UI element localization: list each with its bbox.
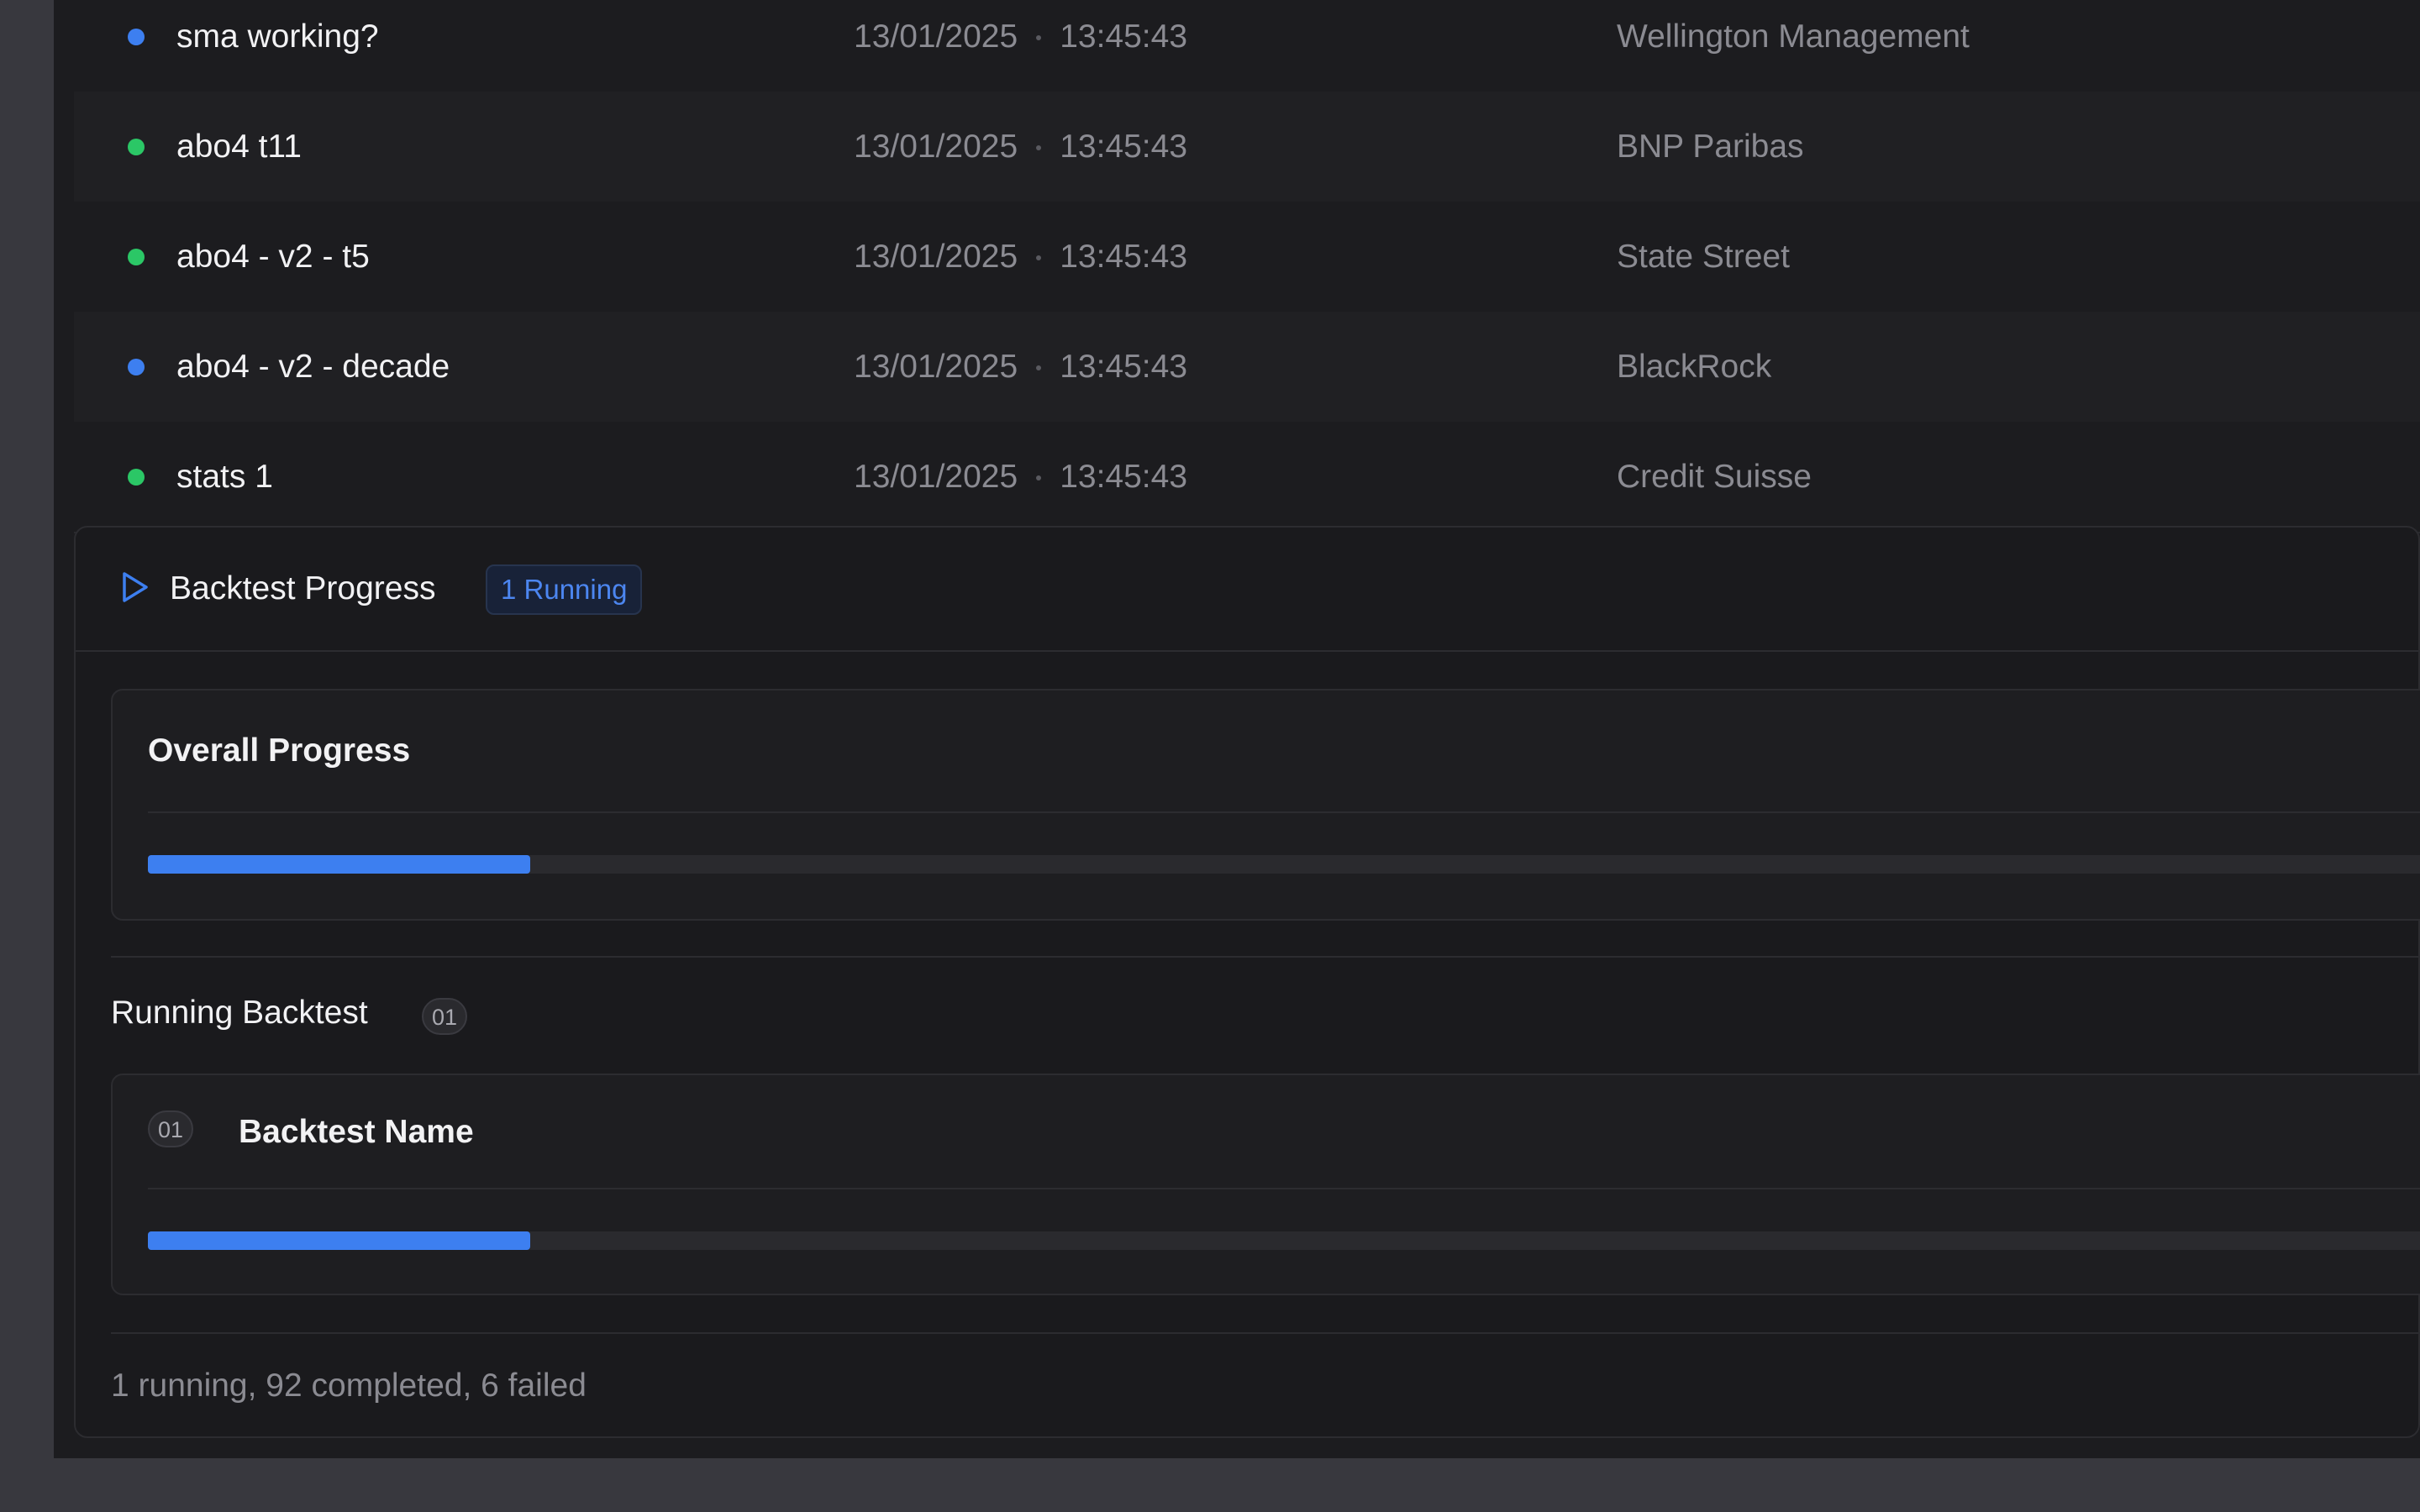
backtest-progress-bar [148, 1231, 2420, 1250]
table-row[interactable]: abo4 t11 13/01/2025 13:45:43 BNP Paribas [74, 92, 2420, 203]
backtest-index-badge: 01 [148, 1110, 194, 1147]
overall-progress-bar [148, 855, 2420, 874]
row-organization: Credit Suisse [1617, 458, 1812, 495]
row-organization: Wellington Management [1617, 18, 1970, 55]
play-icon [118, 570, 151, 604]
status-dot [128, 468, 145, 486]
backtest-name: Backtest Name [239, 1114, 474, 1150]
table-row[interactable]: abo4 - v2 - t5 13/01/2025 13:45:43 State … [74, 202, 2420, 313]
backtest-progress-panel: Backtest Progress 1 Running Overall Prog… [74, 526, 2420, 1438]
divider [148, 811, 2420, 813]
row-timestamp: 13/01/2025 13:45:43 [854, 128, 1188, 165]
row-timestamp: 13/01/2025 13:45:43 [854, 348, 1188, 385]
row-timestamp: 13/01/2025 13:45:43 [854, 238, 1188, 275]
overall-progress-card: Overall Progress [111, 689, 2420, 921]
backtest-table: sma working? 13/01/2025 13:45:43 Wellingt… [74, 0, 2420, 533]
running-backtest-card[interactable]: 01 Backtest Name [111, 1074, 2420, 1295]
row-organization: BlackRock [1617, 348, 1772, 385]
row-name: abo4 t11 [176, 128, 302, 165]
table-row[interactable]: sma working? 13/01/2025 13:45:43 Wellingt… [74, 0, 2420, 93]
row-timestamp: 13/01/2025 13:45:43 [854, 18, 1188, 55]
status-dot [128, 138, 145, 155]
row-timestamp: 13/01/2025 13:45:43 [854, 458, 1188, 495]
table-row[interactable]: stats 1 13/01/2025 13:45:43 Credit Suisse [74, 422, 2420, 533]
running-backtest-heading: Running Backtest [111, 995, 368, 1031]
overall-progress-fill [148, 855, 531, 874]
row-name: abo4 - v2 - decade [176, 348, 450, 385]
row-name: abo4 - v2 - t5 [176, 238, 370, 275]
overall-progress-title: Overall Progress [148, 732, 411, 769]
row-name: sma working? [176, 18, 379, 55]
panel-title: Backtest Progress [170, 570, 436, 606]
status-dot [128, 248, 145, 265]
table-row[interactable]: abo4 - v2 - decade 13/01/2025 13:45:43 Bl… [74, 312, 2420, 423]
running-status-badge: 1 Running [486, 564, 643, 615]
divider [111, 956, 2420, 958]
backtest-progress-fill [148, 1231, 531, 1250]
backtest-summary: 1 running, 92 completed, 6 failed [111, 1368, 587, 1404]
running-count-badge: 01 [422, 998, 468, 1035]
status-dot [128, 28, 145, 45]
row-name: stats 1 [176, 458, 273, 495]
row-organization: BNP Paribas [1617, 128, 1804, 165]
row-organization: State Street [1617, 238, 1790, 275]
panel-header[interactable]: Backtest Progress 1 Running [76, 528, 2418, 652]
divider [111, 1332, 2420, 1334]
divider [148, 1188, 2420, 1189]
app-window: sma working? 13/01/2025 13:45:43 Wellingt… [54, 0, 2420, 1458]
status-dot [128, 358, 145, 375]
